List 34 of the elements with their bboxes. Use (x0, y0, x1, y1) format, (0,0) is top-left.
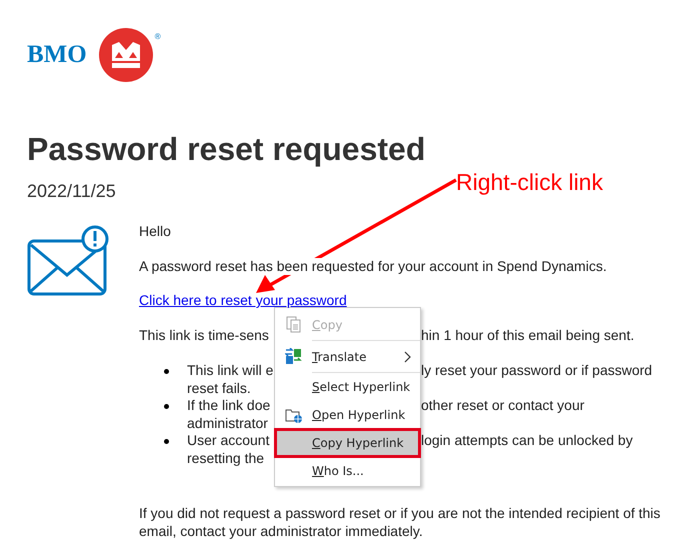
registered-mark: ® (154, 32, 161, 41)
body-text: other reset or contact your (421, 397, 584, 414)
body-text: resetting the (187, 450, 266, 467)
menu-item[interactable]: Copy Hyperlink (275, 429, 420, 457)
body-text: reset fails. (187, 380, 252, 397)
logo-wordmark: BMO (27, 41, 87, 69)
bullet-icon (164, 404, 169, 409)
bullet-icon (164, 439, 169, 444)
email-title: Password reset requested (27, 130, 426, 168)
body-text: login attempts can be unlocked by (421, 432, 633, 450)
menu-item[interactable]: Select Hyperlink (275, 373, 420, 401)
body-text: A password reset has been requested for your account in Spend Dynamics. (139, 258, 607, 275)
menu-item[interactable]: Open Hyperlink (275, 401, 420, 429)
greeting-text: Hello (139, 223, 171, 240)
body-text: This link is time-sens (139, 326, 270, 344)
menu-item[interactable]: Translate (275, 341, 420, 373)
envelope-alert-icon (27, 225, 109, 297)
email-date: 2022/11/25 (27, 180, 116, 202)
reset-password-link[interactable]: Click here to reset your password (139, 292, 347, 308)
translate-icon (285, 348, 302, 365)
body-text: ly reset your password or if password (421, 362, 652, 380)
body-text: hin 1 hour of this email being sent. (421, 326, 634, 344)
copy-icon (285, 316, 302, 333)
bullet-icon (164, 369, 169, 374)
menu-item[interactable]: Who Is... (275, 457, 420, 485)
body-text: If you did not request a password reset or if you are not the intended recipient of this email, contact your administrator immediately. (139, 505, 662, 540)
annotation-text: Right-click link (456, 169, 603, 195)
body-text: This link will e (187, 362, 274, 380)
logo-roundel-icon (98, 28, 153, 82)
body-text: User account (187, 432, 270, 450)
body-text: administrator (187, 414, 269, 432)
chevron-right-icon (404, 350, 412, 362)
body-text: If the link doe (187, 397, 272, 414)
folder-globe-icon (285, 406, 302, 424)
